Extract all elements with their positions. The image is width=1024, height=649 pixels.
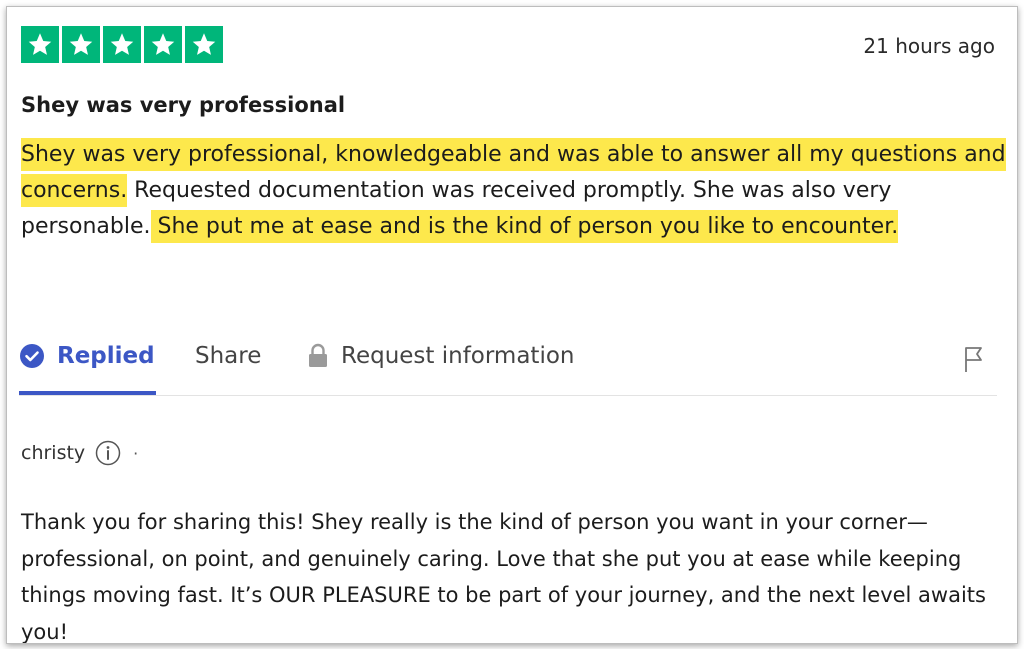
review-card: 21 hours ago Shey was very professional … bbox=[6, 6, 1018, 644]
review-body: Shey was very professional, knowledgeabl… bbox=[21, 137, 1006, 245]
replied-tab[interactable]: Replied bbox=[19, 337, 156, 395]
star-rating bbox=[21, 26, 223, 63]
info-icon[interactable] bbox=[95, 440, 121, 466]
request-information-button[interactable]: Request information bbox=[307, 337, 574, 395]
review-title: Shey was very professional bbox=[21, 93, 346, 117]
highlighted-text: She put me at ease and is the kind of pe… bbox=[150, 210, 899, 243]
review-timestamp: 21 hours ago bbox=[863, 34, 995, 58]
star-icon bbox=[192, 33, 216, 55]
star-icon bbox=[151, 33, 175, 55]
star-icon bbox=[69, 33, 93, 55]
reply-text: Thank you for sharing this! Shey really … bbox=[21, 510, 986, 644]
star-2 bbox=[62, 26, 100, 63]
lock-icon bbox=[309, 343, 327, 367]
reply-author: christy bbox=[21, 442, 86, 464]
request-information-label: Request information bbox=[341, 343, 575, 369]
review-actions: Replied Share Request information bbox=[19, 337, 997, 396]
replied-label: Replied bbox=[57, 343, 155, 369]
reply-header: christy · bbox=[21, 440, 138, 466]
share-label: Share bbox=[195, 343, 262, 369]
star-icon bbox=[28, 33, 52, 55]
check-circle-icon bbox=[20, 344, 44, 368]
share-button[interactable]: Share bbox=[195, 337, 261, 395]
star-5 bbox=[185, 26, 223, 63]
star-icon bbox=[110, 33, 134, 55]
star-1 bbox=[21, 26, 59, 63]
separator-dot: · bbox=[133, 443, 139, 463]
flag-icon[interactable] bbox=[963, 345, 987, 373]
star-4 bbox=[144, 26, 182, 63]
star-3 bbox=[103, 26, 141, 63]
